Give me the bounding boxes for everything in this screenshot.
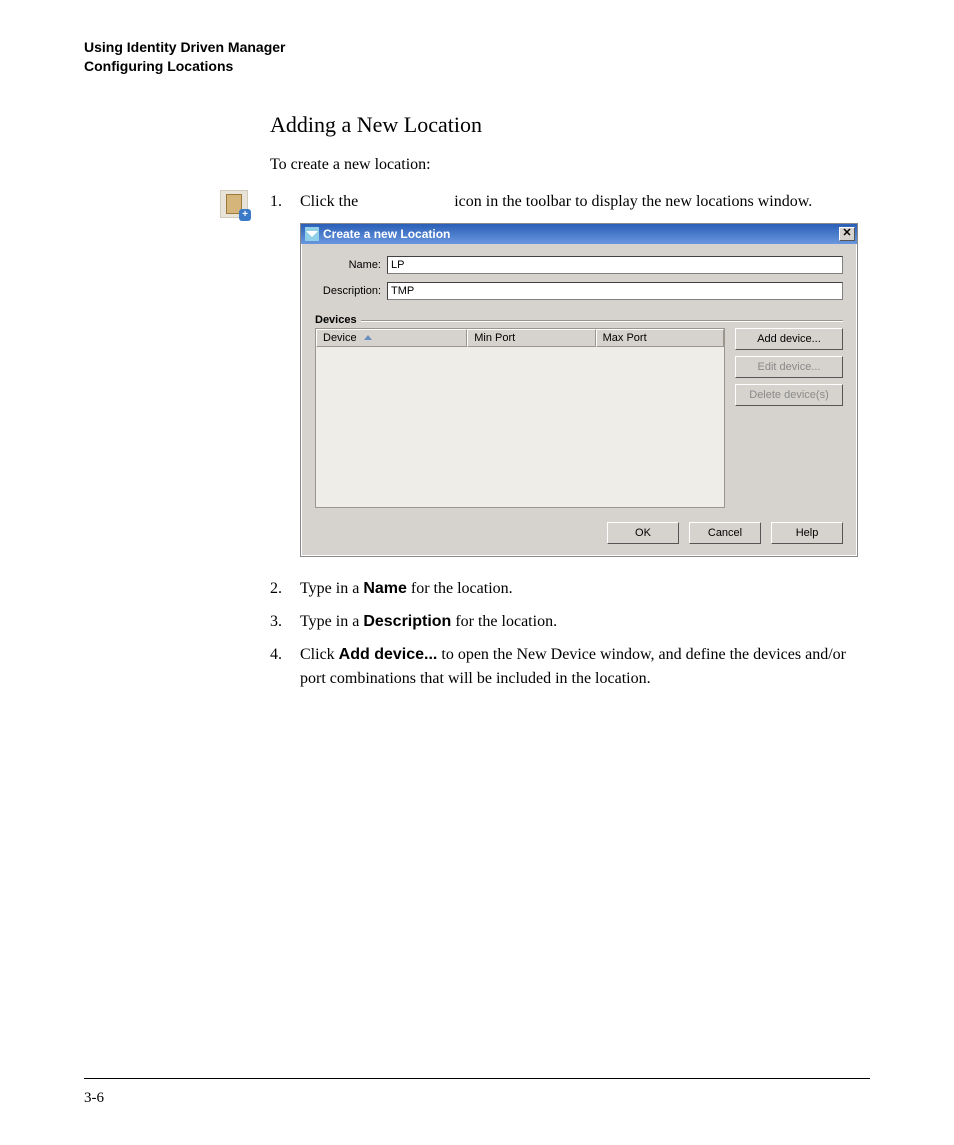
running-header: Using Identity Driven Manager Configurin… [84, 38, 870, 76]
header-line-1: Using Identity Driven Manager [84, 38, 870, 57]
footer-rule [84, 1078, 870, 1079]
cancel-button[interactable]: Cancel [689, 522, 761, 544]
delete-device-button[interactable]: Delete device(s) [735, 384, 843, 406]
ok-button[interactable]: OK [607, 522, 679, 544]
dialog-titlebar: Create a new Location ✕ [301, 224, 857, 244]
step-bold: Add device... [339, 646, 438, 663]
column-device[interactable]: Device [316, 329, 467, 347]
devices-group-title: Devices [315, 314, 361, 326]
step-3: 3. Type in a Description for the locatio… [270, 610, 870, 633]
step-4: 4. Click Add device... to open the New D… [270, 643, 870, 689]
page-number: 3-6 [84, 1090, 104, 1107]
add-device-button[interactable]: Add device... [735, 328, 843, 350]
description-field[interactable] [387, 282, 843, 300]
edit-device-button[interactable]: Edit device... [735, 356, 843, 378]
column-device-label: Device [323, 332, 357, 344]
sort-ascending-icon [364, 335, 372, 340]
plus-icon: + [239, 209, 251, 221]
step-text: for the location. [407, 580, 513, 597]
step-number: 4. [270, 643, 300, 689]
description-label: Description: [315, 285, 387, 297]
window-icon [305, 227, 319, 241]
name-field[interactable] [387, 256, 843, 274]
step-2: 2. Type in a Name for the location. [270, 577, 870, 600]
dialog-title: Create a new Location [323, 227, 839, 241]
name-label: Name: [315, 259, 387, 271]
step-bold: Name [363, 580, 407, 597]
new-location-toolbar-icon: + [220, 190, 248, 218]
step-1: 1. Click the icon in the toolbar to disp… [270, 190, 870, 213]
steps-list: 1. Click the icon in the toolbar to disp… [270, 190, 870, 213]
section-title: Adding a New Location [270, 112, 870, 138]
column-min-port[interactable]: Min Port [467, 329, 595, 347]
step-text: Click [300, 646, 339, 663]
help-button[interactable]: Help [771, 522, 843, 544]
close-button[interactable]: ✕ [839, 227, 855, 241]
column-max-port[interactable]: Max Port [596, 329, 724, 347]
step-number: 3. [270, 610, 300, 633]
step-number: 2. [270, 577, 300, 600]
create-location-dialog: Create a new Location ✕ Name: Descriptio… [300, 223, 858, 557]
step-text: icon in the toolbar to display the new l… [454, 193, 812, 210]
devices-table[interactable]: Device Min Port Max Port [315, 328, 725, 508]
intro-text: To create a new location: [270, 156, 870, 174]
header-line-2: Configuring Locations [84, 57, 870, 76]
step-bold: Description [363, 613, 451, 630]
step-text: Type in a [300, 613, 363, 630]
steps-list-continued: 2. Type in a Name for the location. 3. T… [270, 577, 870, 690]
step-text: Type in a [300, 580, 363, 597]
step-text: Click the [300, 193, 362, 210]
step-number: 1. [270, 190, 300, 213]
step-text: for the location. [451, 613, 557, 630]
